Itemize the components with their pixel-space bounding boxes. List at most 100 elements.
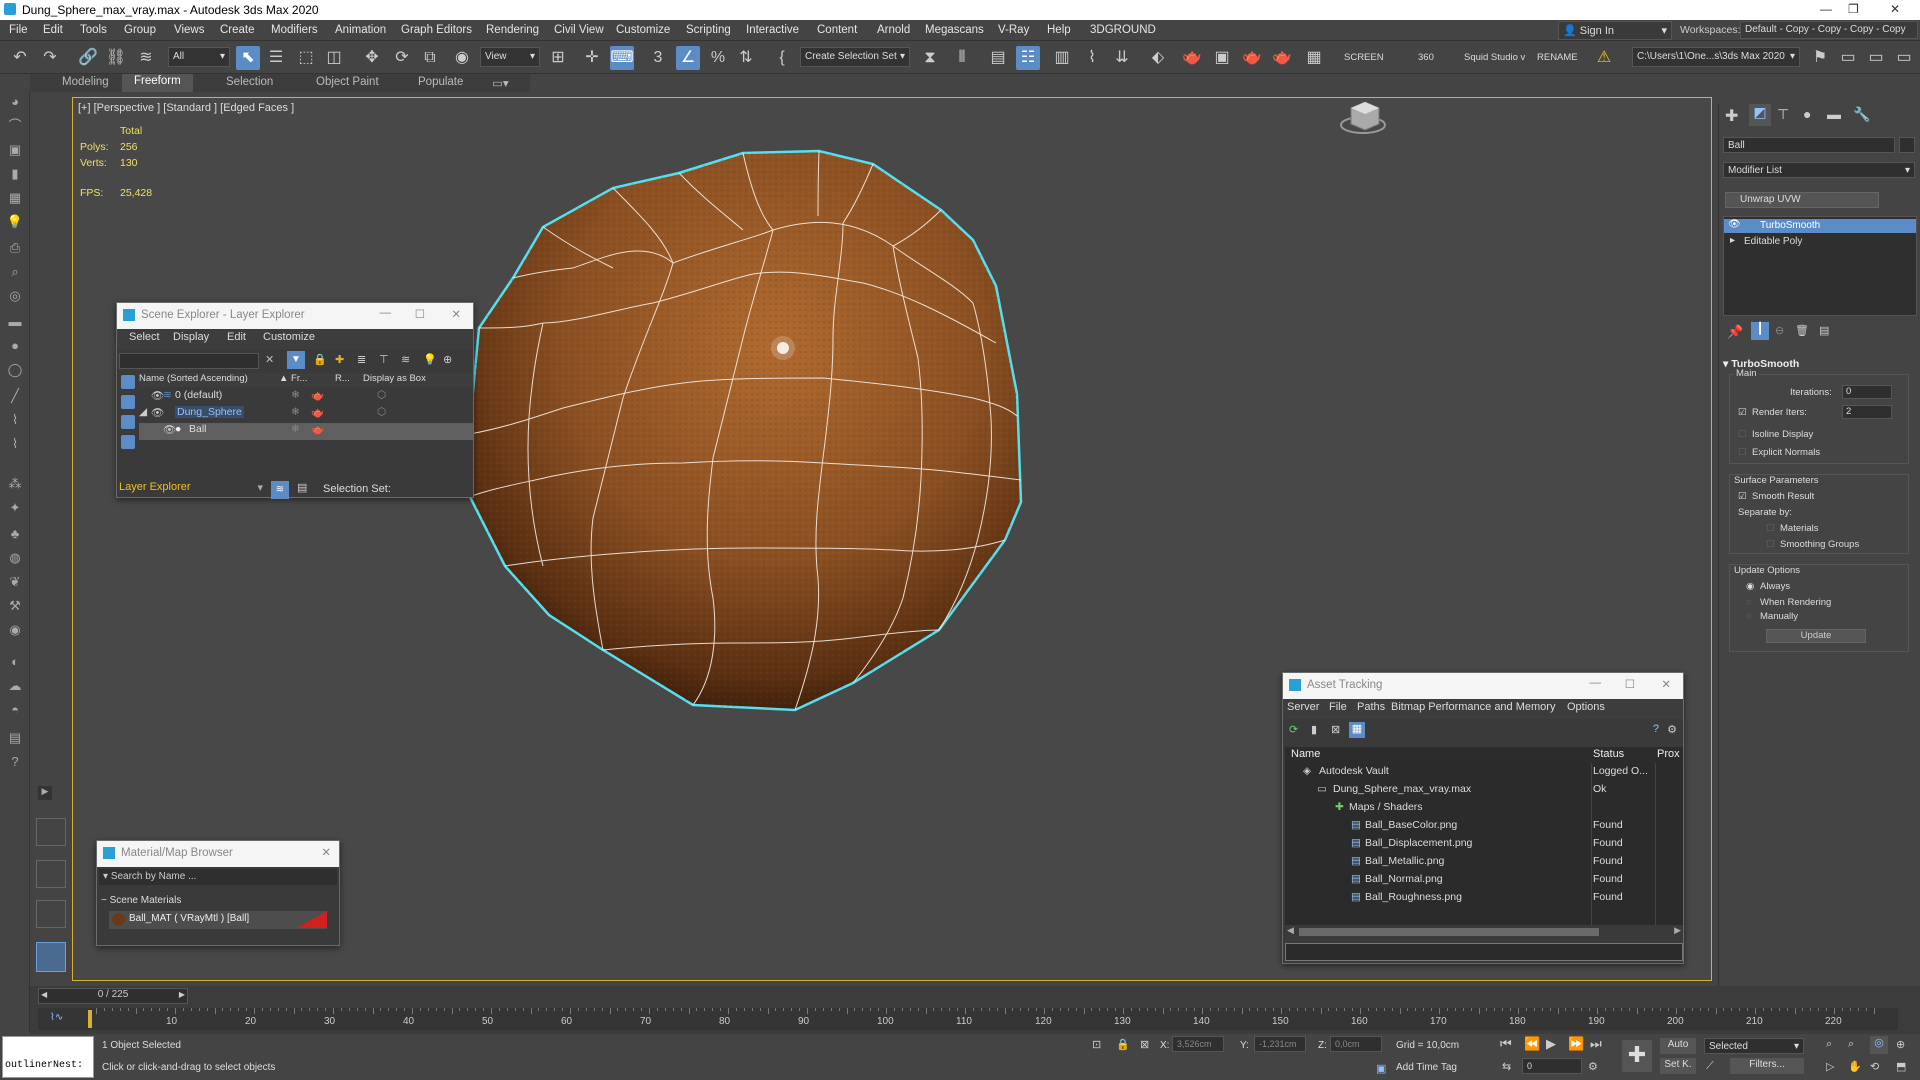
- screen-button[interactable]: SCREEN: [1344, 52, 1384, 63]
- motion-tab-icon[interactable]: ●: [1803, 106, 1811, 122]
- render-iters-spinner[interactable]: 2: [1842, 405, 1892, 419]
- tab-modeling[interactable]: Modeling: [62, 76, 109, 88]
- menu-customize[interactable]: Customize: [263, 331, 315, 343]
- explicit-normals-checkbox[interactable]: ☐: [1738, 447, 1747, 458]
- menu-civil-view[interactable]: Civil View: [554, 24, 604, 36]
- lock-icon[interactable]: 🔒: [313, 353, 327, 366]
- key-filter-selection-dropdown[interactable]: Selected ▾: [1704, 1038, 1804, 1054]
- selection-filter-dropdown[interactable]: All ▾: [168, 47, 230, 67]
- next-frame-icon[interactable]: ▶: [179, 990, 185, 999]
- schematic-view-icon[interactable]: ⇊: [1110, 46, 1134, 70]
- grid-icon[interactable]: ▦: [5, 188, 25, 208]
- table-row[interactable]: ✚ Maps / Shaders: [1285, 801, 1683, 818]
- rendered-frame-icon[interactable]: ▣: [1210, 46, 1234, 70]
- object-color-swatch[interactable]: [1899, 137, 1915, 153]
- orbit-icon[interactable]: ⟲: [1870, 1060, 1879, 1073]
- hierarchy-icon[interactable]: ⊤: [379, 353, 389, 366]
- view-cube-icon[interactable]: [1340, 101, 1386, 134]
- time-tag-icon[interactable]: ▣: [1376, 1062, 1386, 1075]
- z-coord-field[interactable]: 0,0cm: [1330, 1036, 1382, 1052]
- menu-edit[interactable]: Edit: [227, 331, 246, 343]
- viewport-layout-2[interactable]: [36, 860, 66, 888]
- unwrap-uvw-button[interactable]: Unwrap UVW: [1725, 192, 1879, 208]
- expand-icon[interactable]: ▸: [1730, 235, 1735, 246]
- line-tool-icon[interactable]: ╱: [5, 386, 25, 406]
- move-icon[interactable]: ✥: [360, 46, 384, 70]
- go-to-start-icon[interactable]: ⏮: [1500, 1036, 1512, 1052]
- object-row-ball[interactable]: 👁 ● Ball ❄ 🫖: [139, 423, 473, 440]
- set-key-icon[interactable]: ✚: [1622, 1040, 1652, 1072]
- freeze-icon[interactable]: ❄: [291, 406, 300, 418]
- stack-item-editable-poly[interactable]: ▸ Editable Poly: [1724, 235, 1916, 249]
- box-icon[interactable]: ⬡: [377, 406, 386, 418]
- tree-icon[interactable]: ♣: [5, 524, 25, 544]
- add-time-tag-button[interactable]: Add Time Tag: [1396, 1062, 1457, 1073]
- dung-sphere-mesh[interactable]: [467, 149, 1023, 712]
- table-view-icon[interactable]: ▦: [1349, 722, 1365, 738]
- prev-key-icon[interactable]: ⏪: [1524, 1036, 1540, 1052]
- menu-interactive[interactable]: Interactive: [746, 24, 799, 36]
- clear-search-icon[interactable]: ✕: [265, 353, 274, 366]
- curve-editor-icon[interactable]: ⌇: [1080, 46, 1104, 70]
- align-icon[interactable]: ⫴: [950, 46, 974, 70]
- globe-icon[interactable]: ◍: [5, 548, 25, 568]
- material-search-input[interactable]: ▾ Search by Name ...: [99, 869, 337, 885]
- box-icon[interactable]: ⬡: [377, 389, 386, 401]
- update-button[interactable]: Update: [1766, 629, 1866, 643]
- viewport-layout-active[interactable]: [36, 942, 66, 972]
- track-bar[interactable]: ⌇∿ 10 20 30 40 50 60 70 80 90 100 110 120 130 140 150 1…: [38, 1008, 1898, 1030]
- menu-vray[interactable]: V-Ray: [998, 24, 1029, 36]
- vray-icon[interactable]: ◓: [5, 700, 25, 720]
- squid-studio-button[interactable]: Squid Studio v: [1464, 52, 1525, 63]
- refresh-icon[interactable]: ⟳: [1289, 723, 1298, 736]
- maximize-viewport-icon[interactable]: ⬒: [1896, 1060, 1906, 1073]
- layer-row-default[interactable]: 👁 ≋ 0 (default) ❄ 🫖 ⬡: [139, 389, 473, 406]
- freeze-icon[interactable]: ❄: [291, 423, 300, 435]
- set-key-button[interactable]: Set K.: [1660, 1058, 1696, 1074]
- key-mode-icon[interactable]: ⇆: [1502, 1060, 1511, 1073]
- stack-icon[interactable]: ≋: [401, 353, 410, 366]
- menu-create[interactable]: Create: [220, 24, 255, 36]
- table-row[interactable]: ▤ Ball_Metallic.png Found: [1285, 855, 1683, 872]
- menu-bitmap-performance[interactable]: Bitmap Performance and Memory: [1391, 701, 1555, 713]
- when-rendering-radio[interactable]: ○: [1746, 597, 1752, 608]
- helper-filter-icon[interactable]: ⊕: [443, 353, 452, 366]
- menu-server[interactable]: Server: [1287, 701, 1319, 713]
- edit-named-sel-icon[interactable]: {: [770, 46, 794, 70]
- eye-icon[interactable]: 👁: [1728, 219, 1741, 230]
- rect-selection-icon[interactable]: ⬚: [294, 46, 318, 70]
- unlink-icon[interactable]: ⛓: [104, 46, 128, 70]
- help-icon[interactable]: ?: [5, 752, 25, 772]
- light-icon[interactable]: 💡: [5, 212, 25, 232]
- close-button[interactable]: ✕: [1890, 2, 1900, 16]
- render-production-icon[interactable]: 🫖: [1240, 46, 1264, 70]
- object-name-field[interactable]: Ball: [1723, 137, 1895, 153]
- material-item-ball[interactable]: Ball_MAT ( VRayMtl ) [Ball]: [109, 911, 327, 929]
- modifier-list-dropdown[interactable]: Modifier List ▾: [1723, 162, 1915, 178]
- manually-radio[interactable]: ○: [1746, 611, 1752, 622]
- x-coord-field[interactable]: 3,526cm: [1172, 1036, 1224, 1052]
- pivot-center-icon[interactable]: ⊞: [546, 46, 570, 70]
- table-row[interactable]: ▤ Ball_Roughness.png Found: [1285, 891, 1683, 908]
- workspaces-dropdown[interactable]: Default - Copy - Copy - Copy - Copy: [1740, 21, 1918, 39]
- selection-lock-icon[interactable]: 🔒: [1116, 1038, 1130, 1051]
- project-open-icon[interactable]: ▭: [1836, 46, 1860, 70]
- menu-megascans[interactable]: Megascans: [925, 24, 984, 36]
- render-iters-checkbox[interactable]: ☑: [1738, 407, 1747, 418]
- freeze-icon[interactable]: ❄: [291, 389, 300, 401]
- scroll-right-icon[interactable]: ▶: [1674, 925, 1681, 936]
- eye-icon[interactable]: 👁: [151, 406, 164, 419]
- menu-customize[interactable]: Customize: [616, 24, 670, 36]
- reference-coord-dropdown[interactable]: View ▾: [480, 47, 540, 67]
- col-status[interactable]: Status: [1593, 748, 1624, 760]
- select-tool-icon[interactable]: ⌇: [5, 410, 25, 430]
- current-frame-field[interactable]: 0: [1522, 1058, 1582, 1074]
- viewport-layout-3[interactable]: [36, 900, 66, 928]
- menu-display[interactable]: Display: [173, 331, 209, 343]
- table-row[interactable]: ▤ Ball_Normal.png Found: [1285, 873, 1683, 890]
- snaps-toggle-icon[interactable]: 3: [646, 46, 670, 70]
- menu-rendering[interactable]: Rendering: [486, 24, 539, 36]
- maximize-button[interactable]: ☐: [415, 307, 425, 321]
- time-cursor[interactable]: [88, 1010, 92, 1028]
- next-key-icon[interactable]: ⏩: [1568, 1036, 1584, 1052]
